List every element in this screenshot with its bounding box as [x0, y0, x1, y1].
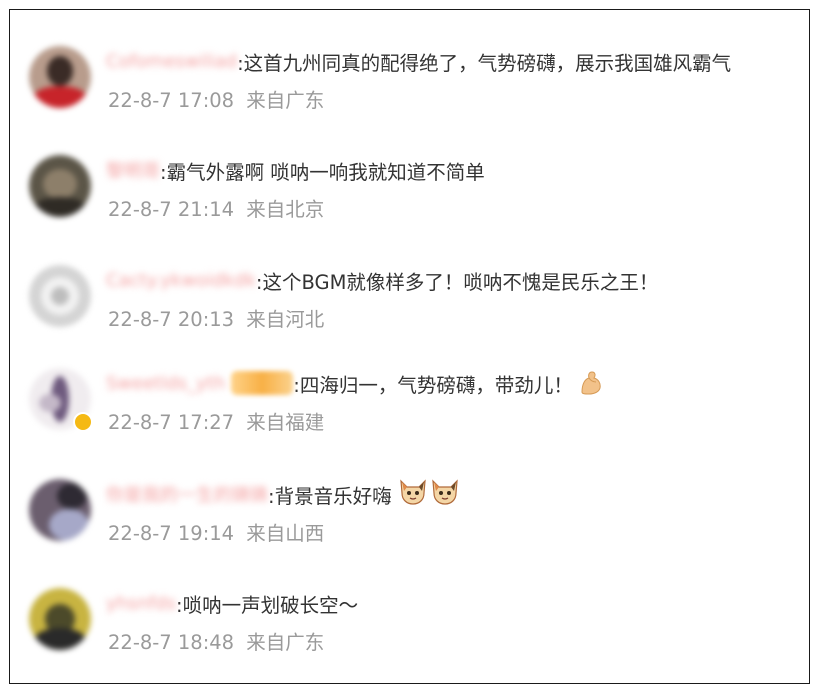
comment-date: 22-8-7 21:14: [108, 198, 235, 221]
avatar[interactable]: [29, 46, 91, 108]
comment-meta: 22-8-7 18:48 来自广东: [108, 626, 324, 655]
comment-location: 来自广东: [246, 631, 325, 654]
username-link[interactable]: Cofomeswiliad: [106, 51, 237, 72]
comment-item: Cofomeswiliad :这首九州同真的配得绝了，气势磅礴，展示我国雄风霸气…: [10, 44, 809, 124]
avatar[interactable]: [29, 265, 91, 327]
avatar[interactable]: [29, 155, 91, 217]
verified-badge-icon: [73, 412, 93, 432]
comment-meta: 22-8-7 17:08 来自广东: [108, 84, 324, 113]
comment-text: :这首九州同真的配得绝了，气势磅礴，展示我国雄风霸气: [237, 51, 732, 75]
comment-item: yhsnfds :唢呐一声划破长空～ 22-8-7 18:48 来自广东: [10, 586, 809, 666]
username-link[interactable]: yhsnfds: [106, 593, 176, 614]
avatar[interactable]: [29, 588, 91, 650]
comment-line: 黎明哥 :霸气外露啊 唢呐一响我就知道不简单: [106, 153, 485, 187]
comment-date: 22-8-7 20:13: [108, 308, 235, 331]
comment-item: Cacty.ykwoidkdk :这个BGM就像样多了！唢呐不愧是民乐之王！ 2…: [10, 263, 809, 343]
comment-meta: 22-8-7 21:14 来自北京: [108, 193, 324, 222]
comment-date: 22-8-7 18:48: [108, 631, 235, 654]
cat-face-emoji-icon: [398, 477, 428, 511]
comment-text: :背景音乐好嗨: [268, 484, 392, 508]
comment-line: Cacty.ykwoidkdk :这个BGM就像样多了！唢呐不愧是民乐之王！: [106, 263, 658, 297]
avatar[interactable]: [29, 479, 91, 541]
comment-date: 22-8-7 17:08: [108, 89, 235, 112]
comment-meta: 22-8-7 20:13 来自河北: [108, 303, 324, 332]
username-link[interactable]: 黎明哥: [106, 157, 160, 183]
comment-item: 黎明哥 :霸气外露啊 唢呐一响我就知道不简单 22-8-7 21:14 来自北京: [10, 153, 809, 233]
comment-list-panel: Cofomeswiliad :这首九州同真的配得绝了，气势磅礴，展示我国雄风霸气…: [9, 9, 810, 684]
comment-text: :四海归一，气势磅礴，带劲儿！: [293, 373, 573, 397]
comment-line: Cofomeswiliad :这首九州同真的配得绝了，气势磅礴，展示我国雄风霸气: [106, 44, 731, 78]
comment-location: 来自广东: [246, 89, 325, 112]
comment-item: Sweetlds_yth :四海归一，气势磅礴，带劲儿！ 22-8-7 17:2…: [10, 366, 809, 446]
comment-line: yhsnfds :唢呐一声划破长空～: [106, 586, 358, 620]
comment-location: 来自河北: [246, 308, 325, 331]
comment-date: 22-8-7 19:14: [108, 522, 235, 545]
username-link[interactable]: 你是我的一生的铸铸: [106, 481, 268, 507]
member-badge-icon: [231, 371, 294, 395]
cat-face-emoji-icon: [430, 477, 460, 511]
comment-meta: 22-8-7 17:27 来自福建: [108, 406, 324, 435]
comment-line: 你是我的一生的铸铸 :背景音乐好嗨: [106, 477, 460, 511]
comment-text: :霸气外露啊 唢呐一响我就知道不简单: [160, 160, 485, 184]
flexed-biceps-emoji-icon: [579, 370, 603, 396]
comment-meta: 22-8-7 19:14 来自山西: [108, 517, 324, 546]
comment-location: 来自山西: [246, 522, 325, 545]
comment-location: 来自福建: [246, 411, 325, 434]
comment-text: :这个BGM就像样多了！唢呐不愧是民乐之王！: [255, 270, 659, 294]
username-link[interactable]: Cacty.ykwoidkdk: [106, 270, 256, 291]
comment-item: 你是我的一生的铸铸 :背景音乐好嗨 22-8-7 19:14 来自山西: [10, 477, 809, 557]
comment-line: Sweetlds_yth :四海归一，气势磅礴，带劲儿！: [106, 366, 603, 400]
comment-location: 来自北京: [246, 198, 325, 221]
username-link[interactable]: Sweetlds_yth: [106, 373, 225, 394]
comment-date: 22-8-7 17:27: [108, 411, 235, 434]
comment-text: :唢呐一声划破长空～: [176, 593, 359, 617]
